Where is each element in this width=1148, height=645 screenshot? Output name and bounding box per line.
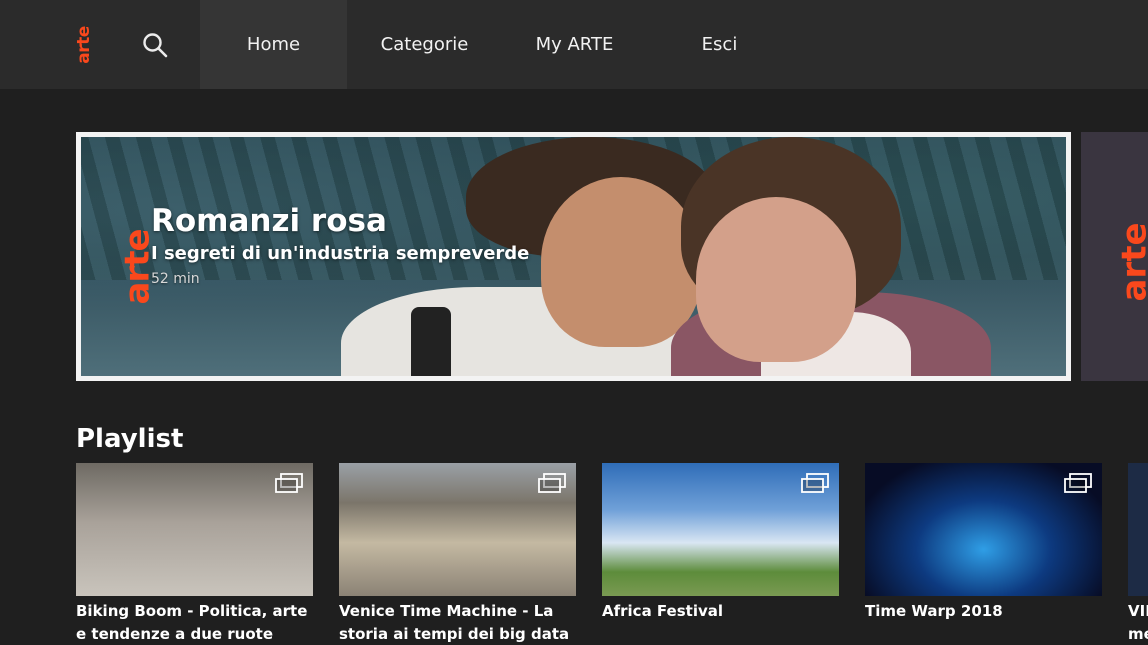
search-button[interactable]: [138, 28, 172, 62]
playlist-card-title: Venice Time Machine - La storia ai tempi…: [339, 602, 570, 643]
playlist-stack-icon: [275, 473, 303, 493]
playlist-card-title: Africa Festival: [602, 602, 724, 620]
playlist-card-africa-festival[interactable]: Africa Festival: [602, 463, 839, 623]
hero-title: Romanzi rosa: [151, 203, 387, 239]
hero-image-man-face: [541, 177, 701, 347]
hero-duration: 52 min: [151, 271, 200, 287]
hero-next-card[interactable]: arte: [1081, 132, 1148, 381]
nav-esci[interactable]: Esci: [647, 0, 792, 89]
playlist-card-biking-boom[interactable]: Biking Boom - Politica, arte e tendenze …: [76, 463, 313, 645]
playlist-thumbnail: [1128, 463, 1148, 596]
hero-subtitle: I segreti di un'industria sempreverde: [151, 243, 530, 264]
playlist-card-venice-time-machine[interactable]: Venice Time Machine - La storia ai tempi…: [339, 463, 576, 645]
hero-image-woman-face: [696, 197, 856, 362]
playlist-stack-icon: [1064, 473, 1092, 493]
hero-image-man-strap: [411, 307, 451, 376]
nav-my-arte[interactable]: My ARTE: [502, 0, 647, 89]
playlist-card-partial[interactable]: VII me: [1128, 463, 1148, 645]
playlist-card-title: Biking Boom - Politica, arte e tendenze …: [76, 602, 308, 643]
playlist-card-title: Time Warp 2018: [865, 602, 1003, 620]
next-arte-logo: arte: [1115, 202, 1148, 322]
playlist-heading: Playlist: [76, 424, 184, 454]
arte-logo-text: arte: [73, 26, 94, 64]
next-arte-logo-text: arte: [1115, 222, 1148, 302]
arte-logo[interactable]: arte: [60, 10, 108, 80]
search-icon: [143, 33, 168, 58]
hero-arte-logo-text: arte: [118, 229, 158, 305]
playlist-card-time-warp-2018[interactable]: Time Warp 2018: [865, 463, 1102, 623]
playlist-thumbnail: [602, 463, 839, 596]
nav-categorie[interactable]: Categorie: [347, 0, 502, 89]
playlist-thumbnail: [865, 463, 1102, 596]
playlist-stack-icon: [538, 473, 566, 493]
playlist-thumbnail: [76, 463, 313, 596]
nav-home[interactable]: Home: [200, 0, 347, 89]
playlist-thumbnail: [339, 463, 576, 596]
playlist-stack-icon: [801, 473, 829, 493]
top-navigation-bar: arte Home Categorie My ARTE Esci: [0, 0, 1148, 89]
main-nav: Home Categorie My ARTE Esci: [200, 0, 792, 89]
hero-featured-card[interactable]: arte Romanzi rosa I segreti di un'indust…: [76, 132, 1071, 381]
playlist-card-title: VII me: [1128, 602, 1148, 643]
